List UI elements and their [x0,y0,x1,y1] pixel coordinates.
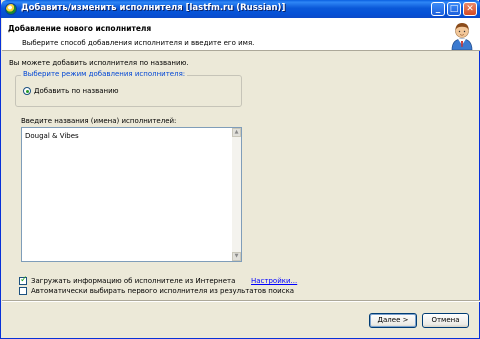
next-button[interactable]: Далее > [369,313,417,328]
minimize-button[interactable]: _ [431,2,445,16]
names-label: Введите названия (имена) исполнителей: [21,117,177,125]
checkmark-icon: ✓ [20,275,28,285]
header-title: Добавление нового исполнителя [8,24,152,33]
artist-names-value: Dougal & Vibes [25,132,79,140]
maximize-button[interactable]: □ [447,2,461,16]
add-artist-dialog: Добавить/изменить исполнителя [lastfm.ru… [0,0,480,339]
names-scrollbar[interactable]: ▲ ▼ [232,128,241,261]
load-info-label[interactable]: Загружать информацию об исполнителе из И… [31,277,235,285]
load-info-checkbox[interactable]: ✓ [19,275,28,285]
window-title: Добавить/изменить исполнителя [lastfm.ru… [21,3,286,13]
artist-names-textarea[interactable]: Dougal & Vibes ▲ ▼ [21,127,242,262]
header-subtitle: Выберите способ добавления исполнителя и… [22,39,255,47]
mode-group: Выберите режим добавления исполнителя: Д… [15,70,242,107]
auto-select-label[interactable]: Автоматически выбирать первого исполните… [31,287,294,295]
cancel-button[interactable]: Отмена [422,313,469,328]
app-icon [5,3,17,15]
settings-link[interactable]: Настройки... [251,277,297,285]
mode-group-legend: Выберите режим добавления исполнителя: [21,70,188,78]
auto-select-checkbox[interactable] [19,287,27,295]
close-button[interactable]: ✕ [463,2,477,16]
footer-separator [2,300,480,302]
wizard-header: Добавление нового исполнителя Выберите с… [2,18,480,51]
title-bar[interactable]: Добавить/изменить исполнителя [lastfm.ru… [1,0,480,18]
scroll-down-icon[interactable]: ▼ [232,252,241,261]
intro-text: Вы можете добавить исполнителя по назван… [9,59,189,67]
user-avatar-icon [451,23,473,50]
add-by-name-label[interactable]: Добавить по названию [34,87,119,95]
scroll-up-icon[interactable]: ▲ [232,128,241,137]
add-by-name-radio[interactable] [23,87,31,95]
